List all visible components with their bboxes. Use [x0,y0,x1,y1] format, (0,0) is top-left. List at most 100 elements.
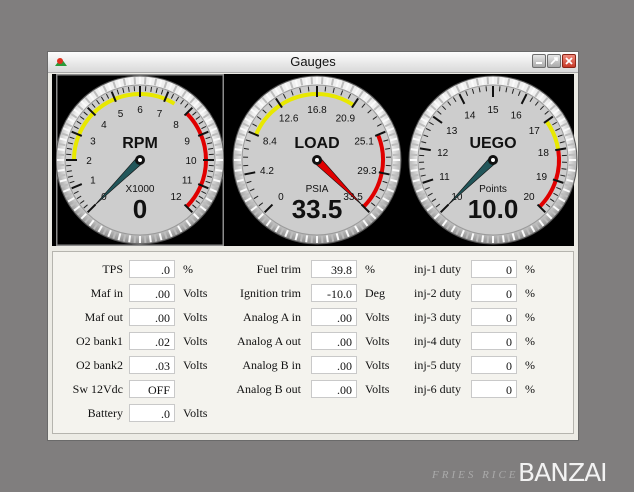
load-readout: 33.5 [292,194,343,224]
minimize-icon [536,62,542,64]
fuel-trim-unit: % [365,262,375,276]
gauges-window: Gauges 0 1 2 3 4 5 6 7 8 9 10 11 12 RPM X1000 0 0 4.2 8.4… [47,51,579,441]
maf-in-unit: Volts [183,286,208,300]
battery-value: .0 [129,404,175,422]
load-tick-label: 16.8 [307,105,327,116]
uego-tick-label: 20 [523,192,535,203]
sw-12vdc-value: OFF [129,380,175,398]
inj-1-duty-value: 0 [471,260,517,278]
tps-label: TPS [102,262,123,276]
inj-1-duty-unit: % [525,262,535,276]
uego-tick-label: 16 [511,111,523,122]
ignition-trim-unit: Deg [365,286,385,300]
analog-b-in-unit: Volts [365,358,390,372]
analog-a-out-unit: Volts [365,334,390,348]
inj-1-duty-label: inj-1 duty [414,262,461,276]
ignition-trim-label: Ignition trim [240,286,301,300]
analog-b-in-label: Analog B in [242,358,301,372]
analog-a-out-label: Analog A out [236,334,301,348]
gauge-panel: 0 1 2 3 4 5 6 7 8 9 10 11 12 RPM X1000 0 0 4.2 8.4 12.6 16.… [52,74,578,246]
inj-6-duty-value: 0 [471,380,517,398]
inj-2-duty-unit: % [525,286,535,300]
o2-bank1-label: O2 bank1 [76,334,123,348]
analog-a-in-label: Analog A in [242,310,301,324]
o2-bank2-value: .03 [129,356,175,374]
fuel-trim-value: 39.8 [311,260,357,278]
uego-tick-label: 14 [464,111,476,122]
inj-3-duty-label: inj-3 duty [414,310,461,324]
inj-4-duty-value: 0 [471,332,517,350]
maf-in-label: Maf in [90,286,123,300]
o2-bank2-unit: Volts [183,358,208,372]
load-tick-label: 20.9 [336,114,356,125]
inj-4-duty-label: inj-4 duty [414,334,461,348]
load-title: LOAD [294,135,339,152]
analog-b-in-value: .00 [311,356,357,374]
tps-unit: % [183,262,193,276]
inj-2-duty-label: inj-2 duty [414,286,461,300]
restore-icon [550,57,558,65]
load-tick-label: 25.1 [354,136,374,147]
data-panel: TPS .0% Maf in .00 Volts Maf out .00 Volts O2 ba… [52,251,574,434]
inj-3-duty-unit: % [525,310,535,324]
analog-b-out-unit: Volts [365,382,390,396]
analog-b-out-label: Analog B out [236,382,301,396]
rpm-tick-label: 8 [173,120,179,131]
rpm-tick-label: 9 [184,136,190,147]
load-tick-label: 4.2 [260,166,274,177]
load-gauge: 04.28.412.616.820.925.129.333.5LOADPSIA3… [232,75,402,245]
inj-6-duty-unit: % [525,382,535,396]
brand-watermark: FRIES RICE BANZAI [432,458,608,487]
battery-label: Battery [87,406,123,420]
rpm-tick-label: 5 [118,109,124,120]
rpm-tick-label: 6 [137,105,143,116]
rpm-tick-label: 12 [170,192,182,203]
rpm-tick-label: 3 [90,136,96,147]
uego-gauge: 1011121314151617181920UEGOPoints10.0 [408,75,578,245]
rpm-tick-label: 7 [157,109,163,120]
tps-value: .0 [129,260,175,278]
inj-6-duty-label: inj-6 duty [414,382,461,396]
uego-tick-label: 17 [529,126,541,137]
analog-b-out-value: .00 [311,380,357,398]
sw-12vdc-label: Sw 12Vdc [72,382,123,396]
rpm-tick-label: 1 [90,176,96,187]
maf-out-label: Maf out [84,310,123,324]
uego-tick-label: 19 [536,172,548,183]
close-icon [565,57,573,65]
analog-a-in-value: .00 [311,308,357,326]
uego-tick-label: 18 [538,148,550,159]
brand-logo-text: BANZAI [518,458,608,487]
uego-readout: 10.0 [468,194,519,224]
rpm-tick-label: 10 [185,156,197,167]
o2-bank1-value: .02 [129,332,175,350]
uego-tick-label: 15 [487,105,499,116]
ignition-trim-value: -10.0 [311,284,357,302]
rpm-tick-label: 4 [101,120,107,131]
load-tick-label: 12.6 [279,114,299,125]
window-title: Gauges [290,54,336,69]
battery-unit: Volts [183,406,208,420]
analog-a-in-unit: Volts [365,310,390,324]
rpm-tick-label: 11 [182,176,193,187]
brand-small-text: FRIES RICE [432,469,519,481]
close-button[interactable] [562,54,576,68]
load-tick-label: 29.3 [357,166,377,177]
inj-4-duty-unit: % [525,334,535,348]
maf-out-unit: Volts [183,310,208,324]
title-bar[interactable]: Gauges [48,52,578,73]
load-tick-label: 0 [278,192,284,203]
maf-in-value: .00 [129,284,175,302]
restore-button[interactable] [547,54,561,68]
rpm-title: RPM [122,135,158,152]
uego-tick-label: 11 [439,172,450,183]
o2-bank2-label: O2 bank2 [76,358,123,372]
inj-2-duty-value: 0 [471,284,517,302]
uego-tick-label: 12 [437,148,449,159]
rpm-tick-label: 2 [86,156,92,167]
inj-3-duty-value: 0 [471,308,517,326]
analog-a-out-value: .00 [311,332,357,350]
minimize-button[interactable] [532,54,546,68]
rpm-gauge: 012345 6 789101112RPMX10000 [56,74,224,246]
rpm-readout: 0 [133,194,147,224]
